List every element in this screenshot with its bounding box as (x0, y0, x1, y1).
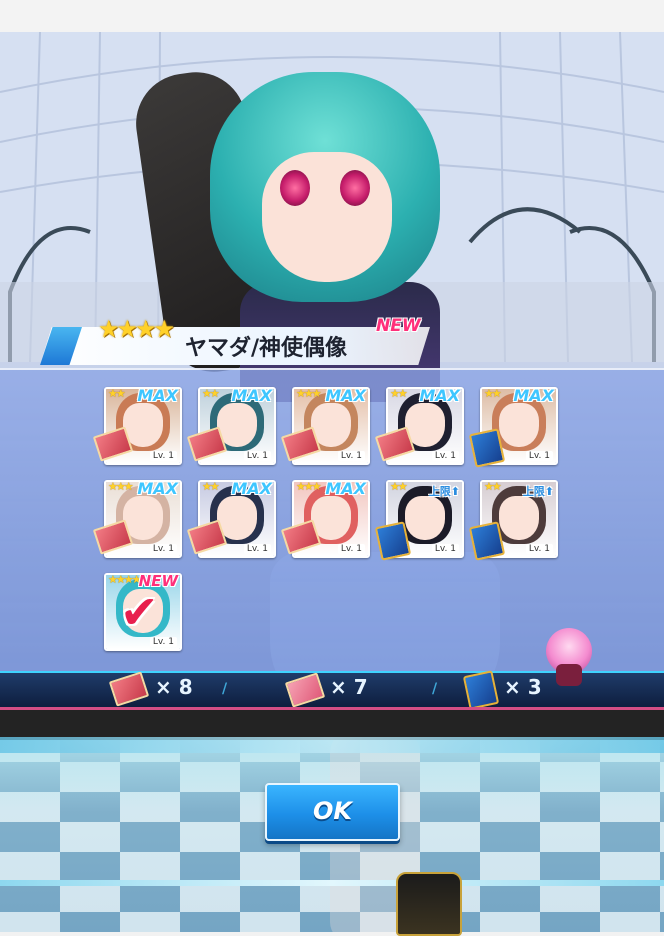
card-status-tag: 上限⬆ (428, 485, 460, 498)
character-boot (396, 872, 462, 936)
book-count: × 8 (155, 675, 193, 699)
card-level: Lv. 1 (243, 544, 271, 554)
divider-bar (0, 707, 664, 740)
character-name: ヤマダ/神使偶像 (185, 336, 348, 361)
card-level: Lv. 1 (243, 451, 271, 461)
character-eye-right (340, 170, 370, 206)
card-status-tag: MAX (419, 387, 460, 405)
card-status-tag: MAX (231, 480, 272, 498)
card-level: Lv. 1 (337, 451, 365, 461)
card-status-tag: MAX (325, 480, 366, 498)
result-card[interactable]: ★★★★ NEW ✔ Lv. 1 (104, 573, 182, 651)
card-stars: ★★ (108, 387, 126, 400)
card-level: Lv. 1 (149, 451, 177, 461)
card-status-tag: MAX (137, 480, 178, 498)
card-stars: ★★ (484, 480, 502, 493)
card-count: × 3 (504, 675, 542, 699)
card-level: Lv. 1 (525, 451, 553, 461)
card-portrait-face (405, 496, 445, 540)
card-level: Lv. 1 (337, 544, 365, 554)
card-stars: ★★★ (108, 480, 134, 493)
card-stars: ★★★ (296, 480, 322, 493)
check-icon: ✔ (120, 585, 159, 639)
card-level: Lv. 1 (525, 544, 553, 554)
bottom-frame (0, 880, 664, 886)
rarity-stars: ★★★★ (98, 315, 175, 343)
divider-strip (0, 737, 664, 753)
card-stars: ★★ (390, 387, 408, 400)
card-status-tag: MAX (513, 387, 554, 405)
status-bar (0, 0, 664, 33)
character-eye-left (280, 170, 310, 206)
card-item-icon (462, 670, 500, 710)
card-stars: ★★★ (296, 387, 322, 400)
card-status-tag: MAX (325, 387, 366, 405)
ticket-count: × 7 (330, 675, 368, 699)
character-face (262, 152, 392, 282)
book-item-icon (108, 671, 150, 707)
card-stars: ★★ (390, 480, 408, 493)
card-stars: ★★ (484, 387, 502, 400)
card-stars: ★★ (202, 480, 220, 493)
card-stars: ★★ (202, 387, 220, 400)
card-level: Lv. 1 (149, 544, 177, 554)
ok-button[interactable]: OK (265, 783, 400, 841)
card-level: Lv. 1 (149, 637, 177, 647)
card-status-tag: MAX (231, 387, 272, 405)
card-level: Lv. 1 (431, 451, 459, 461)
card-level: Lv. 1 (431, 544, 459, 554)
card-portrait-face (499, 403, 539, 447)
card-status-tag: MAX (137, 387, 178, 405)
ticket-item-icon (284, 672, 326, 708)
card-status-tag: 上限⬆ (522, 485, 554, 498)
new-badge: NEW (376, 316, 421, 336)
card-portrait-face (499, 496, 539, 540)
